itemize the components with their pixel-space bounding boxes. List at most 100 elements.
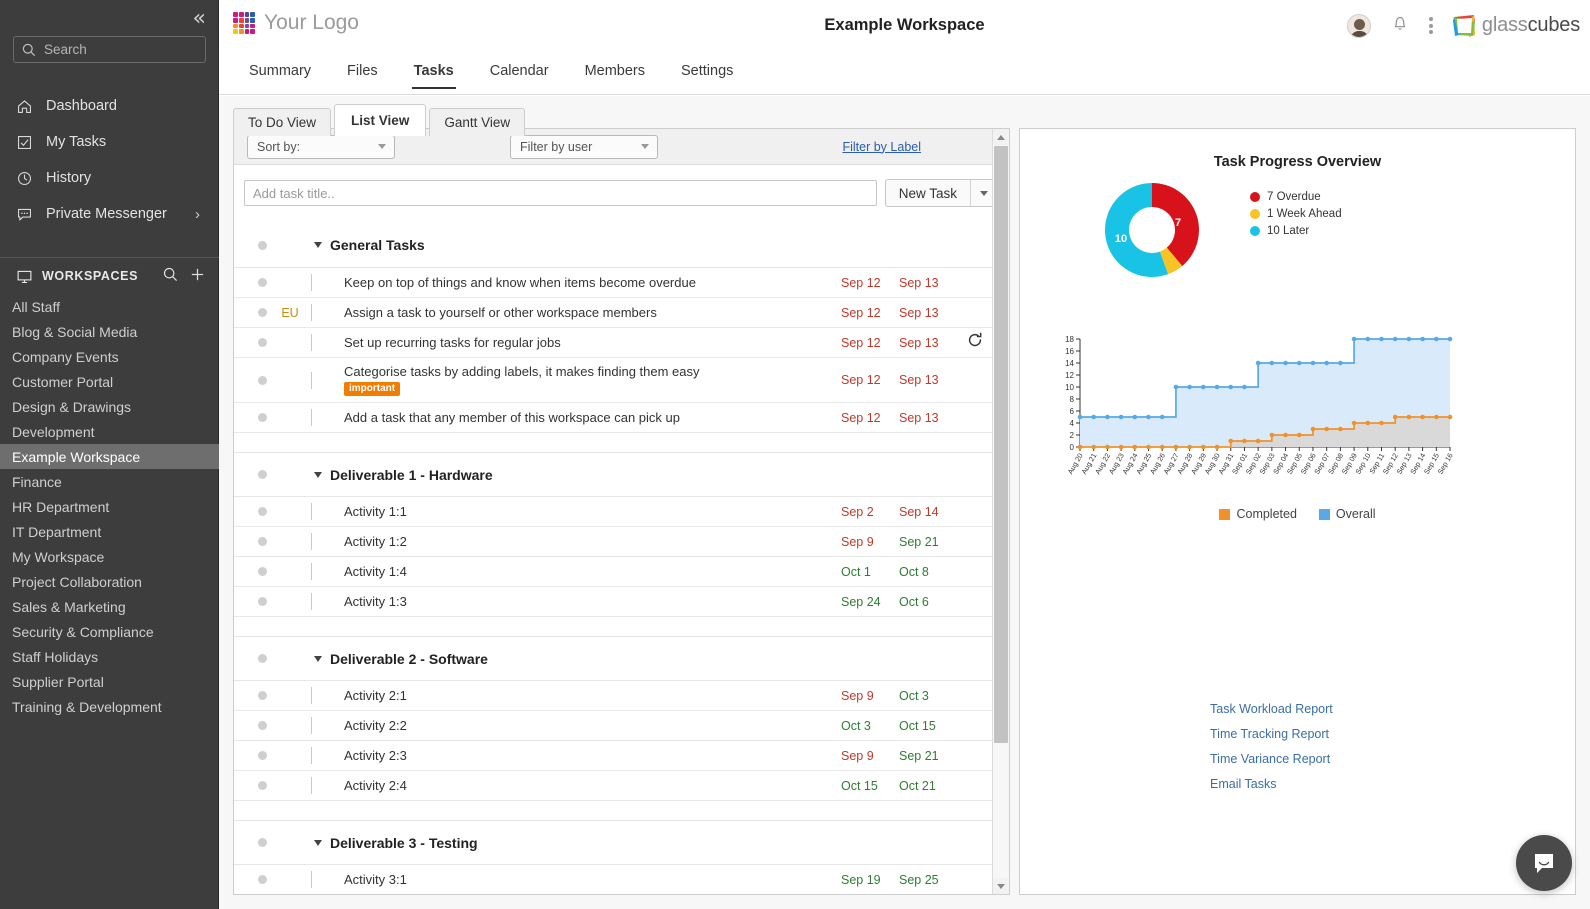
task-start-date[interactable]: Sep 19 bbox=[841, 873, 899, 887]
chevron-down-icon[interactable] bbox=[314, 471, 322, 478]
avatar[interactable] bbox=[1346, 13, 1371, 38]
glasscubes-logo[interactable]: glasscubes bbox=[1451, 13, 1580, 39]
task-row[interactable]: Activity 3:1 Sep 19 Sep 25 bbox=[234, 865, 1009, 894]
task-due-date[interactable]: Oct 3 bbox=[899, 689, 957, 703]
task-group-header[interactable]: Deliverable 3 - Testing bbox=[234, 820, 1009, 865]
workspace-item[interactable]: Example Workspace bbox=[0, 444, 219, 469]
task-title[interactable]: Set up recurring tasks for regular jobs bbox=[344, 329, 841, 356]
task-due-date[interactable]: Sep 13 bbox=[899, 373, 957, 387]
task-row[interactable]: Activity 1:1 Sep 2 Sep 14 bbox=[234, 497, 1009, 527]
report-link[interactable]: Email Tasks bbox=[1210, 777, 1333, 791]
task-start-date[interactable]: Sep 2 bbox=[841, 505, 899, 519]
sidebar-item-dashboard[interactable]: Dashboard bbox=[0, 88, 218, 124]
task-status-dot[interactable] bbox=[258, 691, 267, 700]
task-status-dot[interactable] bbox=[258, 375, 267, 385]
task-start-date[interactable]: Sep 9 bbox=[841, 689, 899, 703]
tab-calendar[interactable]: Calendar bbox=[472, 55, 567, 88]
tab-summary[interactable]: Summary bbox=[231, 55, 329, 88]
task-title[interactable]: Activity 1:1 bbox=[344, 498, 841, 525]
sidebar-item-history[interactable]: History bbox=[0, 160, 218, 196]
task-status-dot[interactable] bbox=[258, 781, 267, 790]
add-task-input[interactable] bbox=[244, 180, 877, 206]
task-title[interactable]: Activity 3:1 bbox=[344, 866, 841, 893]
task-row[interactable]: Categorise tasks by adding labels, it ma… bbox=[234, 358, 1009, 403]
sidebar-item-my-tasks[interactable]: My Tasks bbox=[0, 124, 218, 160]
task-start-date[interactable]: Sep 12 bbox=[841, 276, 899, 290]
tab-members[interactable]: Members bbox=[567, 55, 663, 88]
task-list-scrollbar[interactable] bbox=[992, 129, 1009, 894]
report-link[interactable]: Task Workload Report bbox=[1210, 702, 1333, 716]
add-workspace-icon[interactable] bbox=[190, 267, 205, 285]
scrollbar-thumb[interactable] bbox=[994, 146, 1008, 743]
task-title[interactable]: Activity 2:3 bbox=[344, 742, 841, 769]
task-status-dot[interactable] bbox=[258, 875, 267, 884]
task-due-date[interactable]: Oct 15 bbox=[899, 719, 957, 733]
task-due-date[interactable]: Sep 13 bbox=[899, 336, 957, 350]
group-status-dot[interactable] bbox=[258, 470, 267, 479]
task-title[interactable]: Activity 2:4 bbox=[344, 772, 841, 799]
task-title[interactable]: Activity 1:2 bbox=[344, 528, 841, 555]
new-task-button-label[interactable]: New Task bbox=[886, 186, 970, 201]
subtab-list-view[interactable]: List View bbox=[334, 104, 427, 136]
collapse-sidebar-icon[interactable]: « bbox=[193, 8, 206, 30]
chevron-down-icon[interactable] bbox=[314, 655, 322, 662]
task-group-header[interactable]: Deliverable 1 - Hardware bbox=[234, 452, 1009, 497]
workspace-item[interactable]: Development bbox=[0, 419, 219, 444]
task-label-badge[interactable]: important bbox=[344, 382, 401, 396]
kebab-menu-icon[interactable] bbox=[1428, 17, 1433, 34]
task-row[interactable]: Set up recurring tasks for regular jobs S… bbox=[234, 328, 1009, 358]
chevron-down-icon[interactable] bbox=[314, 242, 322, 248]
workspace-item[interactable]: Customer Portal bbox=[0, 369, 219, 394]
workspace-item[interactable]: Supplier Portal bbox=[0, 669, 219, 694]
task-status-dot[interactable] bbox=[258, 507, 267, 516]
task-due-date[interactable]: Oct 8 bbox=[899, 565, 957, 579]
workspace-item[interactable]: Security & Compliance bbox=[0, 619, 219, 644]
task-row[interactable]: Add a task that any member of this works… bbox=[234, 403, 1009, 433]
task-due-date[interactable]: Sep 14 bbox=[899, 505, 957, 519]
workspace-item[interactable]: Company Events bbox=[0, 344, 219, 369]
task-title[interactable]: Activity 1:3 bbox=[344, 588, 841, 615]
workspace-search-icon[interactable] bbox=[163, 267, 178, 285]
chat-widget-button[interactable] bbox=[1516, 835, 1572, 891]
bell-icon[interactable] bbox=[1389, 12, 1411, 39]
task-start-date[interactable]: Sep 24 bbox=[841, 595, 899, 609]
task-due-date[interactable]: Sep 21 bbox=[899, 535, 957, 549]
task-title[interactable]: Assign a task to yourself or other works… bbox=[344, 299, 841, 326]
workspace-item[interactable]: All Staff bbox=[0, 294, 219, 319]
report-link[interactable]: Time Variance Report bbox=[1210, 752, 1333, 766]
search-input[interactable] bbox=[42, 41, 192, 58]
task-start-date[interactable]: Oct 1 bbox=[841, 565, 899, 579]
task-start-date[interactable]: Sep 9 bbox=[841, 749, 899, 763]
workspace-item[interactable]: IT Department bbox=[0, 519, 219, 544]
task-status-dot[interactable] bbox=[258, 338, 267, 347]
task-title[interactable]: Activity 2:1 bbox=[344, 682, 841, 709]
task-due-date[interactable]: Sep 13 bbox=[899, 411, 957, 425]
workspace-item[interactable]: HR Department bbox=[0, 494, 219, 519]
chevron-down-icon[interactable] bbox=[314, 839, 322, 846]
sort-by-select[interactable]: Sort by: bbox=[247, 134, 395, 159]
task-group-header[interactable]: Deliverable 2 - Software bbox=[234, 636, 1009, 681]
workspace-item[interactable]: Blog & Social Media bbox=[0, 319, 219, 344]
tab-settings[interactable]: Settings bbox=[663, 55, 751, 88]
workspace-item[interactable]: Training & Development bbox=[0, 694, 219, 719]
sidebar-item-private-messenger[interactable]: Private Messenger › bbox=[0, 196, 218, 232]
task-due-date[interactable]: Sep 21 bbox=[899, 749, 957, 763]
task-status-dot[interactable] bbox=[258, 308, 267, 317]
task-status-dot[interactable] bbox=[258, 597, 267, 606]
search-box[interactable] bbox=[13, 36, 206, 63]
task-due-date[interactable]: Sep 25 bbox=[899, 873, 957, 887]
task-title[interactable]: Activity 1:4 bbox=[344, 558, 841, 585]
task-status-dot[interactable] bbox=[258, 278, 267, 287]
task-row[interactable]: Activity 2:1 Sep 9 Oct 3 bbox=[234, 681, 1009, 711]
subtab-gantt-view[interactable]: Gantt View bbox=[429, 108, 526, 136]
scroll-down-arrow-icon[interactable] bbox=[993, 878, 1009, 894]
group-status-dot[interactable] bbox=[258, 240, 267, 250]
task-assignee-initials[interactable]: EU bbox=[275, 306, 305, 320]
scroll-up-arrow-icon[interactable] bbox=[993, 129, 1009, 145]
task-status-dot[interactable] bbox=[258, 751, 267, 760]
task-start-date[interactable]: Sep 12 bbox=[841, 373, 899, 387]
task-due-date[interactable]: Sep 13 bbox=[899, 306, 957, 320]
task-row[interactable]: Activity 2:2 Oct 3 Oct 15 bbox=[234, 711, 1009, 741]
workspace-item[interactable]: Design & Drawings bbox=[0, 394, 219, 419]
task-status-dot[interactable] bbox=[258, 567, 267, 576]
